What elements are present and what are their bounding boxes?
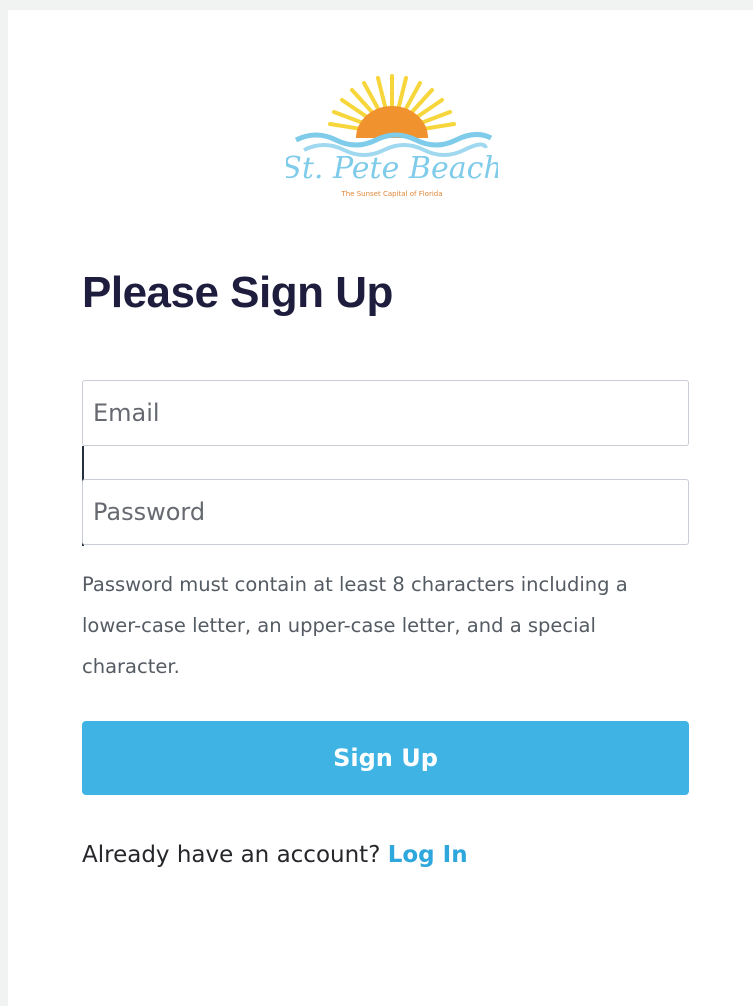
login-prompt-text: Already have an account? (82, 842, 381, 868)
page-title: Please Sign Up (82, 268, 393, 317)
log-in-link[interactable]: Log In (388, 842, 468, 868)
password-field[interactable] (82, 479, 689, 545)
logo-brand-text: St. Pete Beach (286, 151, 498, 186)
logo-tagline: The Sunset Capital of Florida (340, 190, 442, 198)
login-prompt: Already have an account? Log In (82, 842, 468, 868)
signup-card: St. Pete Beach The Sunset Capital of Flo… (8, 10, 753, 1006)
email-field[interactable] (82, 380, 689, 446)
sun-over-waves-logo-icon: St. Pete Beach The Sunset Capital of Flo… (286, 74, 498, 198)
sign-up-button[interactable]: Sign Up (82, 721, 689, 795)
st-pete-beach-logo: St. Pete Beach The Sunset Capital of Flo… (286, 74, 498, 204)
password-requirements-hint: Password must contain at least 8 charact… (82, 573, 628, 678)
